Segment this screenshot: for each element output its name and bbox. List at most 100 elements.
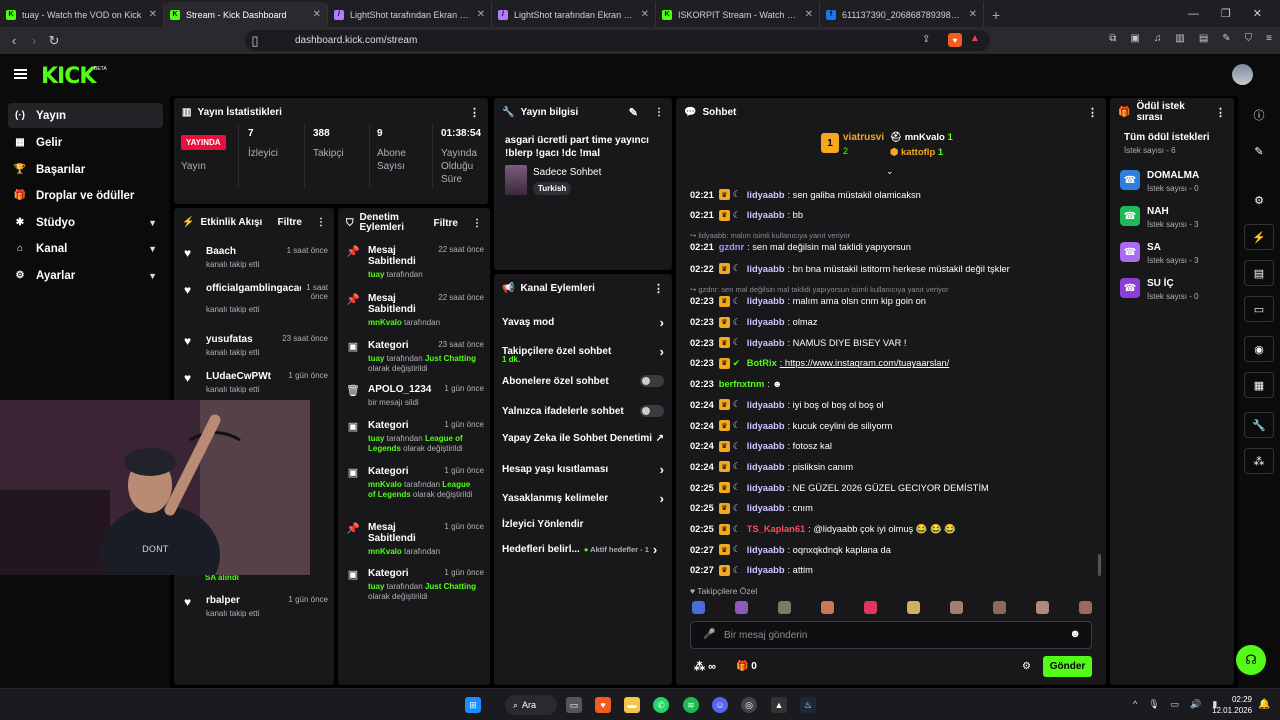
sidebar-toggle-icon[interactable]: ▥ — [1175, 33, 1184, 44]
help-fab-button[interactable]: ☊ — [1236, 645, 1266, 675]
browser-tab[interactable]: K Stream - Kick Dashboard ✕ — [164, 2, 328, 27]
tab-close-icon[interactable]: ✕ — [969, 9, 977, 20]
file-explorer-icon[interactable]: ▬ — [624, 697, 640, 713]
message-username[interactable]: lidyaabb — [747, 210, 785, 220]
more-options-icon[interactable]: ⋮ — [1087, 106, 1098, 119]
chat-settings-icon[interactable]: ⚙ — [1022, 661, 1031, 672]
back-icon[interactable]: ‹ — [4, 33, 24, 48]
brave-rewards-icon[interactable]: ▲ — [970, 33, 980, 44]
leo-icon[interactable]: ✎ — [1222, 33, 1230, 44]
collapse-chevron-icon[interactable]: ⌄ — [886, 166, 894, 177]
screenshot-icon[interactable]: ▣ — [1130, 33, 1139, 44]
mod-action-user[interactable]: tuay — [368, 582, 384, 591]
hamburger-menu-icon[interactable] — [14, 69, 27, 79]
sidebar-item-5[interactable]: ⌂ Kanal ▼ — [8, 236, 163, 261]
message-username[interactable]: lidyaabb — [747, 441, 785, 451]
bookmark-icon[interactable]: ▯ — [245, 33, 265, 49]
layout-icon[interactable]: ▦ — [1244, 372, 1274, 398]
message-username[interactable]: lidyaabb — [747, 400, 785, 410]
user-avatar[interactable] — [1232, 64, 1253, 85]
emote-icon[interactable] — [1079, 601, 1092, 614]
music-icon[interactable]: ♫ — [1154, 33, 1162, 44]
channel-action[interactable]: Abonelere özel sohbet — [502, 372, 664, 390]
message-username[interactable]: lidyaabb — [747, 317, 785, 327]
event-user[interactable]: LUdaeCwPWt — [206, 371, 271, 382]
toggle-switch[interactable] — [640, 375, 664, 387]
toggle-switch[interactable] — [640, 405, 664, 417]
mod-action-user[interactable]: mnKvalo — [368, 480, 402, 489]
reward-item[interactable]: ☎ NAH İstek sayısı - 3 — [1120, 206, 1220, 236]
share-icon[interactable]: ⇪ — [922, 34, 930, 45]
menu-icon[interactable]: ≡ — [1266, 33, 1272, 44]
microphone-icon[interactable]: 🎤 — [703, 629, 715, 640]
message-username[interactable]: lidyaabb — [747, 462, 785, 472]
broadcast-icon[interactable]: ◉ — [1244, 336, 1274, 362]
message-username[interactable]: berfnxtnm — [719, 379, 764, 389]
more-options-icon[interactable]: ⋮ — [472, 218, 482, 229]
kick-logo[interactable]: KICK — [41, 64, 96, 89]
browser-tab[interactable]: / LightShot tarafından Ekran Görüntüsü ✕ — [492, 2, 656, 27]
tab-close-icon[interactable]: ✕ — [805, 9, 813, 20]
mod-filter-button[interactable]: Filtre — [434, 218, 458, 229]
notification-bell-icon[interactable]: 🔔 — [1258, 699, 1270, 710]
event-user[interactable]: Baach — [206, 246, 236, 257]
sidebar-item-4[interactable]: ✱ Stüdyo ▼ — [8, 210, 163, 235]
display-icon[interactable]: ▭ — [1171, 699, 1180, 710]
top-gifter-name[interactable]: viatrusvi — [843, 132, 884, 143]
vpn-icon[interactable]: ⛉ — [1245, 33, 1253, 44]
emoji-icon[interactable]: ☻ — [1069, 628, 1081, 640]
pencil-icon[interactable]: ✎ — [1244, 138, 1274, 164]
obs-icon[interactable]: ◎ — [741, 697, 757, 713]
message-username[interactable]: lidyaabb — [747, 338, 785, 348]
whatsapp-icon[interactable]: ✆ — [653, 697, 669, 713]
chat-scrollbar[interactable] — [1098, 554, 1101, 576]
sidebar-item-0[interactable]: (·) Yayın — [8, 103, 163, 128]
tab-close-icon[interactable]: ✕ — [313, 9, 321, 20]
channel-action[interactable]: Hesap yaşı kısıtlaması › — [502, 460, 664, 478]
category-thumbnail[interactable] — [505, 165, 527, 195]
category-name[interactable]: Sadece Sohbet — [533, 167, 601, 178]
discord-icon[interactable]: ☺ — [712, 697, 728, 713]
lightning-icon[interactable]: ⚡ — [1244, 224, 1274, 250]
task-view-icon[interactable]: ▭ — [566, 697, 582, 713]
activity-filter-button[interactable]: Filtre — [278, 217, 302, 228]
message-username[interactable]: lidyaabb — [747, 565, 785, 575]
reload-icon[interactable]: ↻ — [44, 33, 64, 49]
message-username[interactable]: lidyaabb — [747, 264, 785, 274]
channel-action[interactable]: Takipçilere özel sohbet 1 dk. › — [502, 342, 664, 365]
channel-action[interactable]: Yasaklanmış kelimeler › — [502, 489, 664, 507]
channel-action[interactable]: Yavaş mod › — [502, 313, 664, 331]
more-options-icon[interactable]: ⋮ — [653, 282, 664, 295]
reward-item[interactable]: ☎ SA İstek sayısı - 3 — [1120, 242, 1220, 272]
channel-action[interactable]: Yalnızca ifadelerle sohbet — [502, 402, 664, 420]
wallet-icon[interactable]: ▤ — [1199, 33, 1208, 44]
message-username[interactable]: gzdnr — [719, 242, 744, 252]
chat-input[interactable]: 🎤 Bir mesaj gönderin ☻ — [690, 621, 1092, 649]
forward-icon[interactable]: › — [24, 33, 44, 48]
message-username[interactable]: lidyaabb — [747, 503, 785, 513]
windows-start-icon[interactable]: ⊞ — [465, 697, 481, 713]
sidebar-item-3[interactable]: 🎁 Droplar ve ödüller — [8, 183, 163, 208]
message-username[interactable]: lidyaabb — [747, 545, 785, 555]
channel-points[interactable]: ⁂ ∞ — [694, 660, 716, 673]
emote-icon[interactable] — [778, 601, 791, 614]
mod-action-user[interactable]: mnKvalo — [368, 318, 402, 327]
gifter-3[interactable]: ⬢ kattoflp 1 — [890, 147, 943, 158]
mic-icon[interactable]: 🎙 — [1148, 699, 1159, 710]
tab-close-icon[interactable]: ✕ — [641, 9, 649, 20]
more-options-icon[interactable]: ⋮ — [316, 217, 326, 228]
all-rewards-label[interactable]: Tüm ödül istekleri — [1124, 132, 1210, 143]
sidebar-item-2[interactable]: 🏆 Başarılar — [8, 157, 163, 182]
emote-icon[interactable] — [1036, 601, 1049, 614]
emote-icon[interactable] — [864, 601, 877, 614]
browser-tab[interactable]: / LightShot tarafından Ekran Görüntüsü ✕ — [328, 2, 492, 27]
more-options-icon[interactable]: ⋮ — [1215, 106, 1226, 119]
tab-close-icon[interactable]: ✕ — [477, 9, 485, 20]
reward-item[interactable]: ☎ DOMALMA İstek sayısı - 0 — [1120, 170, 1220, 200]
points-icon[interactable]: ⁂ — [1244, 448, 1274, 474]
tab-close-icon[interactable]: ✕ — [149, 9, 157, 20]
message-username[interactable]: TS_Kaplan61 — [747, 524, 805, 534]
browser-tab[interactable]: Ktuay - Watch the VOD on Kick ✕ — [0, 2, 164, 27]
more-options-icon[interactable]: ⋮ — [469, 106, 480, 119]
tray-chevron-icon[interactable]: ^ — [1133, 699, 1137, 710]
